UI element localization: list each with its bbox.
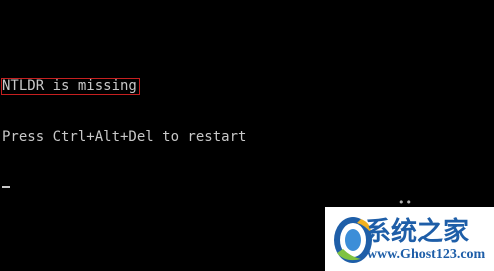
error-message: NTLDR is missing	[1, 78, 140, 95]
watermark-url: www.Ghost123.com	[367, 247, 486, 262]
site-watermark: 系统之家 www.Ghost123.com	[325, 207, 494, 271]
restart-prompt: Press Ctrl+Alt+Del to restart	[2, 129, 247, 145]
watermark-site-name: 系统之家	[365, 217, 470, 247]
text-cursor	[2, 186, 10, 188]
boot-screen: NTLDR is missing Press Ctrl+Alt+Del to r…	[0, 0, 494, 271]
console-output: NTLDR is missing Press Ctrl+Alt+Del to r…	[1, 44, 247, 222]
error-line-row: NTLDR is missing	[1, 78, 246, 95]
